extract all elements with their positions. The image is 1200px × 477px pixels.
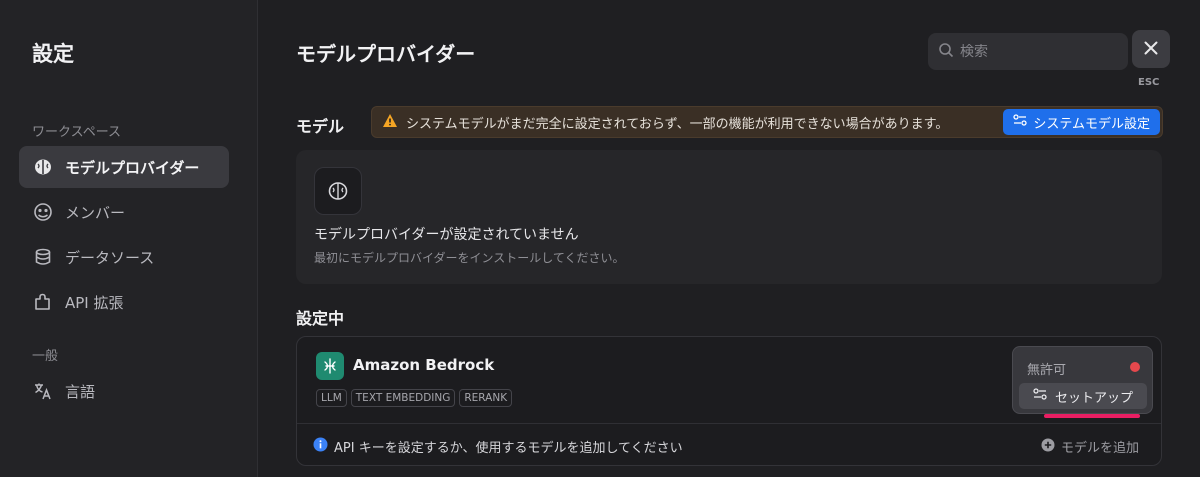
plus-circle-icon (1041, 438, 1055, 456)
info-icon (313, 437, 328, 456)
search-box[interactable] (928, 33, 1128, 70)
sidebar-item-api-extension[interactable]: API 拡張 (19, 281, 229, 323)
setup-button[interactable]: セットアップ (1019, 383, 1147, 409)
provider-setup-panel: 無許可 セットアップ (1012, 346, 1153, 418)
sidebar-item-label: モデルプロバイダー (65, 158, 200, 177)
system-model-button-label: システムモデル設定 (1033, 116, 1150, 132)
close-icon (1144, 40, 1158, 59)
workspace-group-label: ワークスペース (32, 125, 122, 140)
add-model-label: モデルを追加 (1060, 441, 1139, 456)
sidebar-item-members[interactable]: メンバー (19, 191, 229, 233)
warning-text: システムモデルがまだ完全に設定されておらず、一部の機能が利用できない場合がありま… (406, 116, 949, 132)
info-text: API キーを設定するか、使用するモデルを追加してください (334, 441, 683, 456)
system-model-warning: システムモデルがまだ完全に設定されておらず、一部の機能が利用できない場合がありま… (371, 106, 1163, 138)
status-dot (1130, 362, 1140, 372)
members-icon (33, 202, 53, 222)
model-section-label: モデル (296, 117, 345, 136)
close-button[interactable] (1132, 30, 1170, 68)
provider-card-amazon-bedrock: Amazon Bedrock LLM TEXT EMBEDDING RERANK… (296, 336, 1162, 466)
configured-section-label: 設定中 (296, 309, 345, 328)
sidebar-item-label: 言語 (65, 382, 96, 401)
status-text: 無許可 (1027, 363, 1067, 378)
sidebar-item-datasource[interactable]: データソース (19, 236, 229, 278)
sidebar: 設定 ワークスペース モデルプロバイダー メンバー データソース API 拡張 … (0, 0, 258, 477)
empty-description: 最初にモデルプロバイダーをインストールしてください。 (314, 251, 625, 265)
database-icon (33, 247, 53, 267)
sidebar-item-label: API 拡張 (65, 293, 124, 312)
sidebar-item-label: メンバー (65, 203, 126, 222)
general-group-label: 一般 (32, 349, 59, 364)
sidebar-title: 設定 (32, 42, 74, 66)
tag-rerank: RERANK (459, 389, 513, 407)
brain-icon (314, 167, 362, 215)
provider-name: Amazon Bedrock (353, 356, 495, 374)
provider-tags: LLM TEXT EMBEDDING RERANK (316, 389, 513, 407)
puzzle-icon (33, 292, 53, 312)
esc-hint: ESC (1138, 77, 1160, 88)
setup-button-label: セットアップ (1054, 390, 1133, 406)
sidebar-item-model-provider[interactable]: モデルプロバイダー (19, 146, 229, 188)
settings-sliders-icon (1033, 388, 1055, 404)
warning-icon (382, 113, 398, 132)
search-icon (938, 42, 954, 62)
system-model-settings-button[interactable]: システムモデル設定 (1003, 109, 1160, 135)
empty-provider-card: モデルプロバイダーが設定されていません 最初にモデルプロバイダーをインストールし… (296, 150, 1162, 284)
settings-sliders-icon (1013, 114, 1033, 130)
tag-llm: LLM (316, 389, 347, 407)
provider-info-row: API キーを設定するか、使用するモデルを追加してください (313, 437, 683, 456)
search-input[interactable] (960, 43, 1110, 60)
brain-icon (33, 157, 53, 177)
divider (297, 423, 1161, 424)
annotation-underline (1044, 414, 1140, 418)
page-title: モデルプロバイダー (296, 42, 476, 66)
sidebar-item-language[interactable]: 言語 (19, 370, 229, 412)
empty-title: モデルプロバイダーが設定されていません (314, 227, 579, 243)
bedrock-logo-icon (316, 352, 344, 380)
sidebar-item-label: データソース (65, 248, 155, 267)
translate-icon (33, 381, 53, 401)
add-model-button[interactable]: モデルを追加 (1041, 437, 1139, 456)
tag-text-embedding: TEXT EMBEDDING (350, 389, 456, 407)
